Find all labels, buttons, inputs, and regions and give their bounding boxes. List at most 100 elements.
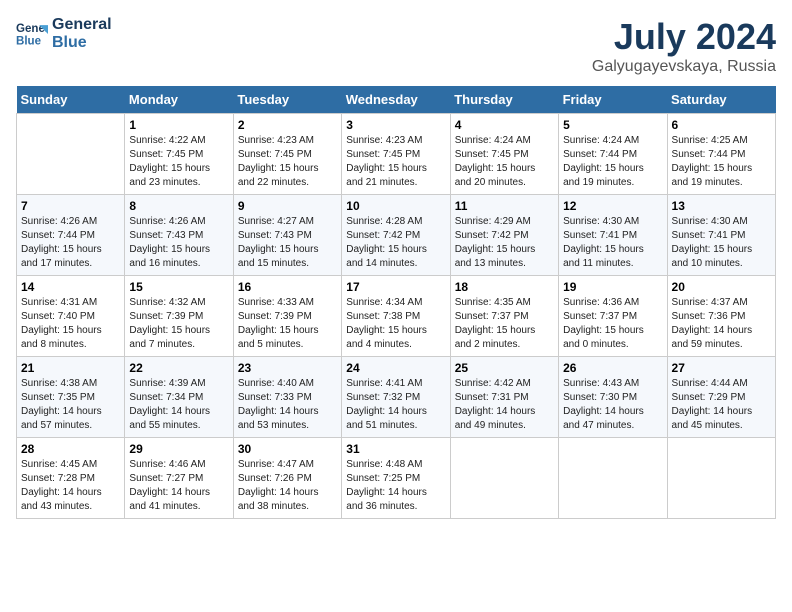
day-info: Sunrise: 4:48 AMSunset: 7:25 PMDaylight:… [346, 458, 445, 514]
calendar-cell: 9Sunrise: 4:27 AMSunset: 7:43 PMDaylight… [233, 195, 341, 276]
day-number: 5 [563, 118, 662, 132]
calendar-cell: 3 Sunrise: 4:23 AMSunset: 7:45 PMDaylight… [342, 114, 450, 195]
calendar-cell: 2 Sunrise: 4:23 AMSunset: 7:45 PMDaylight… [233, 114, 341, 195]
calendar-cell: 16Sunrise: 4:33 AMSunset: 7:39 PMDayligh… [233, 276, 341, 357]
day-number: 19 [563, 280, 662, 294]
day-number: 9 [238, 199, 337, 213]
calendar-cell: 27 Sunrise: 4:44 AMSunset: 7:29 PMDayligh… [667, 357, 775, 438]
header-wednesday: Wednesday [342, 86, 450, 114]
calendar-cell [667, 438, 775, 519]
calendar-cell [559, 438, 667, 519]
day-number: 11 [455, 199, 554, 213]
day-info: Sunrise: 4:31 AMSunset: 7:40 PMDaylight:… [21, 296, 120, 352]
calendar-cell: 31 Sunrise: 4:48 AMSunset: 7:25 PMDayligh… [342, 438, 450, 519]
day-info: Sunrise: 4:24 AMSunset: 7:44 PMDaylight:… [563, 134, 662, 190]
day-info: Sunrise: 4:39 AMSunset: 7:34 PMDaylight:… [129, 377, 228, 433]
svg-text:General: General [16, 23, 48, 35]
day-number: 16 [238, 280, 337, 294]
day-number: 20 [672, 280, 771, 294]
day-number: 14 [21, 280, 120, 294]
logo: General Blue General Blue [16, 16, 112, 52]
day-info: Sunrise: 4:45 AMSunset: 7:28 PMDaylight:… [21, 458, 120, 514]
header-friday: Friday [559, 86, 667, 114]
day-info: Sunrise: 4:22 AMSunset: 7:45 PMDaylight:… [129, 134, 228, 190]
calendar-subtitle: Galyugayevskaya, Russia [592, 58, 776, 76]
day-number: 7 [21, 199, 120, 213]
day-info: Sunrise: 4:36 AMSunset: 7:37 PMDaylight:… [563, 296, 662, 352]
calendar-cell: 15Sunrise: 4:32 AMSunset: 7:39 PMDayligh… [125, 276, 233, 357]
day-info: Sunrise: 4:47 AMSunset: 7:26 PMDaylight:… [238, 458, 337, 514]
calendar-cell: 4 Sunrise: 4:24 AMSunset: 7:45 PMDaylight… [450, 114, 558, 195]
day-info: Sunrise: 4:23 AMSunset: 7:45 PMDaylight:… [238, 134, 337, 190]
calendar-cell: 28 Sunrise: 4:45 AMSunset: 7:28 PMDayligh… [17, 438, 125, 519]
calendar-cell: 11 Sunrise: 4:29 AMSunset: 7:42 PMDayligh… [450, 195, 558, 276]
calendar-cell: 10Sunrise: 4:28 AMSunset: 7:42 PMDayligh… [342, 195, 450, 276]
day-number: 22 [129, 361, 228, 375]
header-saturday: Saturday [667, 86, 775, 114]
svg-text:Blue: Blue [16, 36, 42, 48]
day-info: Sunrise: 4:37 AMSunset: 7:36 PMDaylight:… [672, 296, 771, 352]
day-info: Sunrise: 4:23 AMSunset: 7:45 PMDaylight:… [346, 134, 445, 190]
day-number: 18 [455, 280, 554, 294]
calendar-cell: 30 Sunrise: 4:47 AMSunset: 7:26 PMDayligh… [233, 438, 341, 519]
calendar-cell: 13Sunrise: 4:30 AMSunset: 7:41 PMDayligh… [667, 195, 775, 276]
calendar-cell: 29 Sunrise: 4:46 AMSunset: 7:27 PMDayligh… [125, 438, 233, 519]
page-header: General Blue General Blue July 2024 Galy… [16, 16, 776, 76]
day-info: Sunrise: 4:26 AMSunset: 7:44 PMDaylight:… [21, 215, 120, 271]
day-info: Sunrise: 4:28 AMSunset: 7:42 PMDaylight:… [346, 215, 445, 271]
calendar-cell: 1 Sunrise: 4:22 AMSunset: 7:45 PMDaylight… [125, 114, 233, 195]
day-number: 4 [455, 118, 554, 132]
calendar-cell: 6Sunrise: 4:25 AMSunset: 7:44 PMDaylight… [667, 114, 775, 195]
header-tuesday: Tuesday [233, 86, 341, 114]
calendar-cell: 12Sunrise: 4:30 AMSunset: 7:41 PMDayligh… [559, 195, 667, 276]
day-number: 17 [346, 280, 445, 294]
calendar-cell: 24 Sunrise: 4:41 AMSunset: 7:32 PMDayligh… [342, 357, 450, 438]
calendar-week-2: 7 Sunrise: 4:26 AMSunset: 7:44 PMDaylight… [17, 195, 776, 276]
calendar-week-1: 1 Sunrise: 4:22 AMSunset: 7:45 PMDaylight… [17, 114, 776, 195]
day-info: Sunrise: 4:24 AMSunset: 7:45 PMDaylight:… [455, 134, 554, 190]
day-info: Sunrise: 4:34 AMSunset: 7:38 PMDaylight:… [346, 296, 445, 352]
day-info: Sunrise: 4:26 AMSunset: 7:43 PMDaylight:… [129, 215, 228, 271]
day-number: 2 [238, 118, 337, 132]
day-number: 3 [346, 118, 445, 132]
day-info: Sunrise: 4:30 AMSunset: 7:41 PMDaylight:… [672, 215, 771, 271]
day-info: Sunrise: 4:44 AMSunset: 7:29 PMDaylight:… [672, 377, 771, 433]
header-sunday: Sunday [17, 86, 125, 114]
day-number: 15 [129, 280, 228, 294]
day-number: 27 [672, 361, 771, 375]
calendar-cell [450, 438, 558, 519]
day-number: 8 [129, 199, 228, 213]
day-number: 24 [346, 361, 445, 375]
day-info: Sunrise: 4:41 AMSunset: 7:32 PMDaylight:… [346, 377, 445, 433]
day-number: 28 [21, 442, 120, 456]
title-block: July 2024 Galyugayevskaya, Russia [592, 16, 776, 76]
day-number: 26 [563, 361, 662, 375]
calendar-title: July 2024 [592, 16, 776, 58]
calendar-week-3: 14 Sunrise: 4:31 AMSunset: 7:40 PMDayligh… [17, 276, 776, 357]
calendar-cell: 26 Sunrise: 4:43 AMSunset: 7:30 PMDayligh… [559, 357, 667, 438]
calendar-cell: 17 Sunrise: 4:34 AMSunset: 7:38 PMDayligh… [342, 276, 450, 357]
calendar-cell: 20 Sunrise: 4:37 AMSunset: 7:36 PMDayligh… [667, 276, 775, 357]
day-info: Sunrise: 4:46 AMSunset: 7:27 PMDaylight:… [129, 458, 228, 514]
day-number: 25 [455, 361, 554, 375]
calendar-week-4: 21 Sunrise: 4:38 AMSunset: 7:35 PMDayligh… [17, 357, 776, 438]
calendar-cell: 21 Sunrise: 4:38 AMSunset: 7:35 PMDayligh… [17, 357, 125, 438]
day-info: Sunrise: 4:29 AMSunset: 7:42 PMDaylight:… [455, 215, 554, 271]
calendar-cell: 25 Sunrise: 4:42 AMSunset: 7:31 PMDayligh… [450, 357, 558, 438]
logo-icon: General Blue [16, 18, 48, 50]
day-info: Sunrise: 4:30 AMSunset: 7:41 PMDaylight:… [563, 215, 662, 271]
calendar-cell: 22 Sunrise: 4:39 AMSunset: 7:34 PMDayligh… [125, 357, 233, 438]
day-number: 23 [238, 361, 337, 375]
day-number: 1 [129, 118, 228, 132]
calendar-cell: 5 Sunrise: 4:24 AMSunset: 7:44 PMDaylight… [559, 114, 667, 195]
calendar-table: SundayMondayTuesdayWednesdayThursdayFrid… [16, 86, 776, 519]
day-number: 21 [21, 361, 120, 375]
header-thursday: Thursday [450, 86, 558, 114]
day-number: 31 [346, 442, 445, 456]
day-info: Sunrise: 4:43 AMSunset: 7:30 PMDaylight:… [563, 377, 662, 433]
day-info: Sunrise: 4:42 AMSunset: 7:31 PMDaylight:… [455, 377, 554, 433]
calendar-cell: 14 Sunrise: 4:31 AMSunset: 7:40 PMDayligh… [17, 276, 125, 357]
day-info: Sunrise: 4:38 AMSunset: 7:35 PMDaylight:… [21, 377, 120, 433]
day-number: 29 [129, 442, 228, 456]
day-number: 30 [238, 442, 337, 456]
